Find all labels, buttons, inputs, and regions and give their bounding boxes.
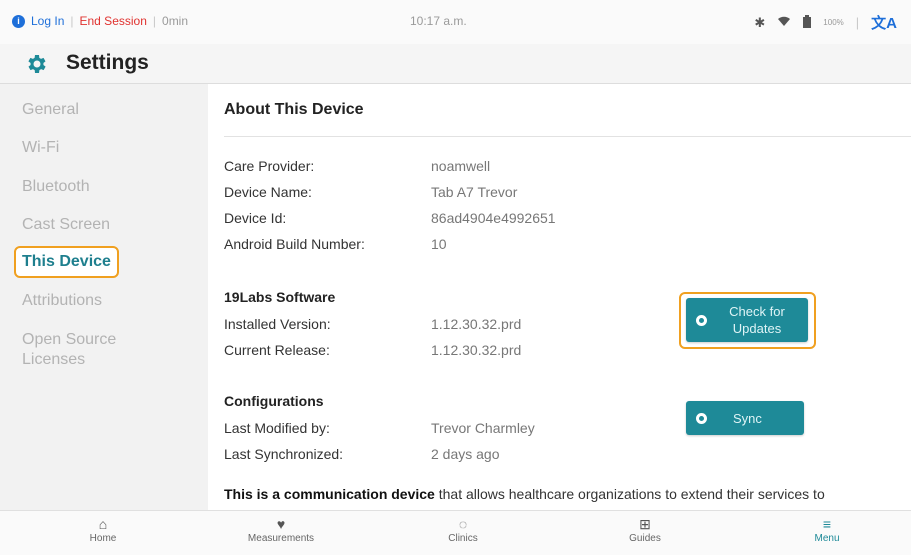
wifi-icon <box>777 15 791 30</box>
page-title: Settings <box>66 51 149 74</box>
battery-percent: 100% <box>823 18 844 27</box>
nav-label: Measurements <box>247 533 315 544</box>
chat-icon: ◌ <box>458 516 468 532</box>
heart-pulse-icon: ♥ <box>276 516 286 532</box>
last-modified-label: Last Modified by: <box>224 420 330 436</box>
care-provider-label: Care Provider: <box>224 158 315 174</box>
translate-icon[interactable]: 文A <box>871 12 897 33</box>
section-title: About This Device <box>224 101 364 118</box>
login-link[interactable]: Log In <box>31 14 64 28</box>
check-updates-label: Check for Updates <box>729 304 785 336</box>
device-name-value: Tab A7 Trevor <box>431 184 518 200</box>
installed-version-label: Installed Version: <box>224 316 331 332</box>
menu-icon: ≡ <box>822 516 832 532</box>
software-heading: 19Labs Software <box>224 289 336 305</box>
installed-version-value: 1.12.30.32.prd <box>431 316 522 332</box>
device-info-panel: About This Device Care Provider: noamwel… <box>208 84 911 510</box>
current-release-value: 1.12.30.32.prd <box>431 342 522 358</box>
battery-icon <box>803 14 812 31</box>
clock: 10:17 a.m. <box>410 14 467 28</box>
sidebar-item-wifi[interactable]: Wi-Fi <box>22 138 59 158</box>
device-id-label: Device Id: <box>224 210 287 226</box>
last-modified-value: Trevor Charmley <box>431 420 535 436</box>
settings-sidebar: General Wi-Fi Bluetooth Cast Screen This… <box>0 84 208 510</box>
nav-clinics[interactable]: ◌ Clinics <box>403 515 523 544</box>
sidebar-item-general[interactable]: General <box>22 100 79 120</box>
sync-icon <box>696 412 707 424</box>
sync-icon <box>696 314 707 326</box>
end-session-link[interactable]: End Session <box>80 14 147 28</box>
nav-measurements[interactable]: ♥ Measurements <box>221 515 341 544</box>
current-release-label: Current Release: <box>224 342 330 358</box>
sidebar-item-open-source-licenses[interactable]: Open Source Licenses <box>22 330 152 370</box>
separator: | <box>855 15 860 30</box>
sync-label: Sync <box>733 410 762 426</box>
description-text: that allows healthcare organizations to … <box>434 486 825 502</box>
nav-home[interactable]: ⌂ Home <box>43 515 163 544</box>
gear-icon <box>28 55 46 73</box>
separator: | <box>70 14 74 28</box>
bottom-navigation: ⌂ Home ♥ Measurements ◌ Clinics ⊞ Guides… <box>0 510 911 555</box>
info-icon[interactable]: i <box>12 14 25 28</box>
plus-square-icon: ⊞ <box>639 516 651 532</box>
nav-guides[interactable]: ⊞ Guides <box>585 515 705 544</box>
nav-menu[interactable]: ≡ Menu <box>767 515 887 544</box>
configurations-heading: Configurations <box>224 393 324 409</box>
build-number-value: 10 <box>431 236 447 252</box>
nav-label: Guides <box>629 533 661 544</box>
sync-button[interactable]: Sync <box>686 401 804 435</box>
care-provider-value: noamwell <box>431 158 491 174</box>
sidebar-item-cast-screen[interactable]: Cast Screen <box>22 215 110 235</box>
status-bar: i Log In | End Session | 0min 10:17 a.m.… <box>0 0 911 44</box>
last-synchronized-value: 2 days ago <box>431 446 500 462</box>
nav-label: Home <box>89 533 117 544</box>
sidebar-item-this-device[interactable]: This Device <box>14 246 119 278</box>
nav-label: Menu <box>814 533 840 544</box>
check-updates-button[interactable]: Check for Updates <box>686 298 808 342</box>
device-description: This is a communication device that allo… <box>224 486 825 502</box>
divider <box>224 136 911 137</box>
separator: | <box>152 14 157 28</box>
last-synchronized-label: Last Synchronized: <box>224 446 344 462</box>
build-number-label: Android Build Number: <box>224 236 365 252</box>
sidebar-item-attributions[interactable]: Attributions <box>22 291 102 311</box>
bluetooth-icon: ✱ <box>754 14 766 30</box>
home-icon: ⌂ <box>98 516 108 532</box>
description-bold: This is a communication device <box>224 486 435 502</box>
device-name-label: Device Name: <box>224 184 312 200</box>
sidebar-item-bluetooth[interactable]: Bluetooth <box>22 177 90 197</box>
session-duration: 0min <box>162 14 189 28</box>
page-header: Settings <box>0 44 911 84</box>
nav-label: Clinics <box>448 533 478 544</box>
device-id-value: 86ad4904e4992651 <box>431 210 556 226</box>
